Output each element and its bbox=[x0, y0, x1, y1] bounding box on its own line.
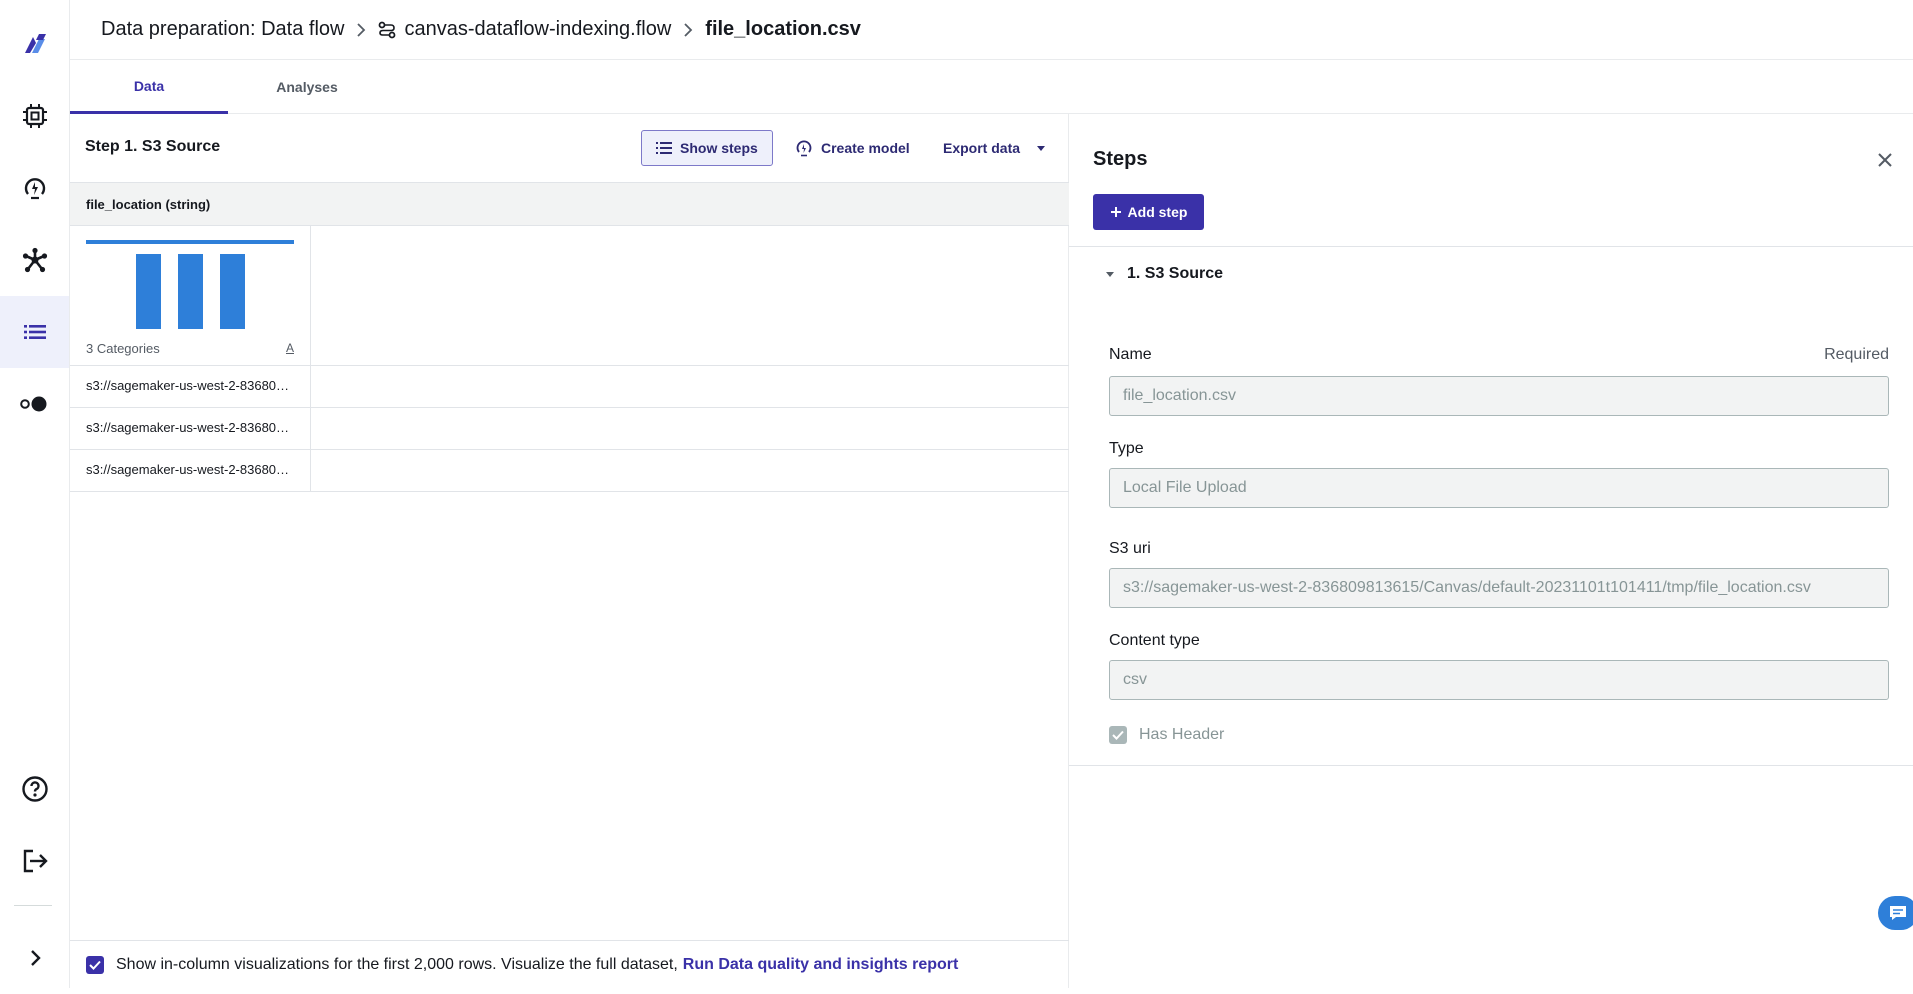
add-step-label: Add step bbox=[1127, 204, 1188, 220]
create-model-label: Create model bbox=[821, 140, 910, 156]
has-header-label: Has Header bbox=[1139, 726, 1225, 743]
breadcrumb-separator-icon bbox=[683, 22, 693, 38]
steps-title: Steps bbox=[1093, 148, 1148, 170]
column-type-marker: A bbox=[285, 341, 294, 355]
column-name: file_location (string) bbox=[86, 197, 211, 212]
column-histogram[interactable]: 3 Categories A bbox=[70, 226, 311, 366]
canvas-logo-icon bbox=[24, 34, 46, 53]
chat-icon bbox=[1890, 906, 1906, 920]
close-steps-button[interactable] bbox=[1873, 148, 1897, 172]
table-row[interactable]: s3://sagemaker-us-west-2-836809813615/Ca… bbox=[70, 450, 1069, 492]
feedback-button[interactable] bbox=[1878, 896, 1913, 930]
visualization-footer: Show in-column visualizations for the fi… bbox=[70, 940, 1069, 988]
empty-viz-area bbox=[311, 226, 1069, 366]
steps-panel: Steps Add step 1. S3 Source Name Require… bbox=[1069, 114, 1913, 988]
type-label: Type bbox=[1109, 440, 1144, 457]
nav-gen-ai[interactable] bbox=[0, 224, 69, 296]
brain-lightbulb-icon bbox=[796, 140, 812, 157]
chevron-right-icon bbox=[30, 950, 41, 966]
help-circle-icon bbox=[21, 776, 48, 802]
breadcrumb-current: file_location.csv bbox=[705, 18, 861, 40]
sign-out-icon bbox=[23, 849, 48, 873]
s3-uri-label: S3 uri bbox=[1109, 540, 1151, 557]
step-title: Step 1. S3 Source bbox=[85, 138, 221, 155]
show-steps-label: Show steps bbox=[680, 140, 758, 156]
breadcrumb-separator-icon bbox=[356, 22, 366, 38]
tab-data[interactable]: Data bbox=[70, 60, 228, 114]
visualizations-text: Show in-column visualizations for the fi… bbox=[116, 955, 678, 973]
name-field[interactable] bbox=[1109, 376, 1889, 416]
data-toolbar: Step 1. S3 Source Show steps Create mode… bbox=[70, 114, 1069, 182]
table-cell: s3://sagemaker-us-west-2-836809813615/Ca… bbox=[70, 366, 311, 408]
histogram-summary-bar bbox=[86, 240, 294, 244]
list-icon bbox=[656, 142, 672, 154]
run-report-link[interactable]: Run Data quality and insights report bbox=[683, 956, 959, 974]
table-cell: s3://sagemaker-us-west-2-836809813615/Ca… bbox=[70, 408, 311, 450]
histogram-bar[interactable] bbox=[177, 254, 203, 329]
has-header-checkbox[interactable] bbox=[1109, 726, 1127, 744]
breadcrumb-root[interactable]: Data preparation: Data flow bbox=[101, 18, 344, 41]
breadcrumb: Data preparation: Data flow canvas-dataf… bbox=[70, 0, 1913, 60]
histogram-footer: 3 Categories A bbox=[86, 341, 294, 356]
network-nodes-icon bbox=[22, 247, 47, 273]
tab-analyses[interactable]: Analyses bbox=[228, 60, 386, 114]
step-expander[interactable]: 1. S3 Source bbox=[1105, 265, 1223, 283]
table-row[interactable]: s3://sagemaker-us-west-2-836809813615/Ca… bbox=[70, 366, 1069, 408]
close-icon bbox=[1878, 153, 1892, 167]
nav-data-wrangler[interactable] bbox=[0, 296, 69, 368]
show-steps-button[interactable]: Show steps bbox=[641, 130, 773, 166]
required-label: Required bbox=[1824, 346, 1889, 363]
divider bbox=[1069, 765, 1913, 766]
list-icon bbox=[23, 325, 46, 339]
side-nav-rail bbox=[0, 0, 70, 988]
content-type-label: Content type bbox=[1109, 632, 1200, 649]
breadcrumb-flow[interactable]: canvas-dataflow-indexing.flow bbox=[378, 18, 671, 41]
histogram-bar[interactable] bbox=[135, 254, 161, 329]
flow-icon bbox=[379, 21, 396, 38]
export-data-dropdown[interactable]: Export data bbox=[943, 130, 1046, 166]
visualizations-checkbox[interactable] bbox=[86, 955, 104, 974]
name-label: Name bbox=[1109, 346, 1152, 363]
divider bbox=[1069, 246, 1913, 247]
content-type-field[interactable] bbox=[1109, 660, 1889, 700]
table-row[interactable]: s3://sagemaker-us-west-2-836809813615/Ca… bbox=[70, 408, 1069, 450]
s3-uri-field[interactable] bbox=[1109, 568, 1889, 608]
nav-my-models[interactable] bbox=[0, 80, 69, 152]
column-header[interactable]: file_location (string) bbox=[70, 182, 1069, 226]
histogram-bar[interactable] bbox=[219, 254, 245, 329]
checkmark-icon bbox=[1112, 730, 1124, 740]
tab-bar: Data Analyses bbox=[70, 60, 1913, 114]
rail-divider bbox=[14, 905, 52, 906]
create-model-button[interactable]: Create model bbox=[795, 130, 910, 166]
caret-down-icon bbox=[1037, 146, 1046, 151]
plus-icon bbox=[1110, 207, 1121, 217]
has-header-option: Has Header bbox=[1109, 726, 1224, 744]
breadcrumb-flow-label: canvas-dataflow-indexing.flow bbox=[404, 18, 672, 40]
toggle-dots-icon bbox=[19, 396, 46, 412]
checkmark-icon bbox=[89, 960, 101, 970]
data-panel: Step 1. S3 Source Show steps Create mode… bbox=[70, 114, 1069, 988]
type-field[interactable] bbox=[1109, 468, 1889, 508]
step-name: 1. S3 Source bbox=[1127, 265, 1224, 282]
nav-sign-out[interactable] bbox=[0, 825, 69, 897]
nav-help[interactable] bbox=[0, 753, 69, 825]
expand-nav-button[interactable] bbox=[0, 922, 69, 994]
nav-ready-to-use-models[interactable] bbox=[0, 152, 69, 224]
canvas-logo-button[interactable] bbox=[0, 8, 69, 80]
caret-down-icon bbox=[1106, 272, 1114, 277]
brain-lightbulb-icon bbox=[24, 178, 45, 200]
export-data-label: Export data bbox=[943, 140, 1021, 156]
add-step-button[interactable]: Add step bbox=[1093, 194, 1204, 230]
chip-icon bbox=[22, 104, 47, 128]
nav-ml-ops[interactable] bbox=[0, 368, 69, 440]
table-cell: s3://sagemaker-us-west-2-836809813615/Ca… bbox=[70, 450, 311, 492]
category-count: 3 Categories bbox=[86, 341, 160, 356]
